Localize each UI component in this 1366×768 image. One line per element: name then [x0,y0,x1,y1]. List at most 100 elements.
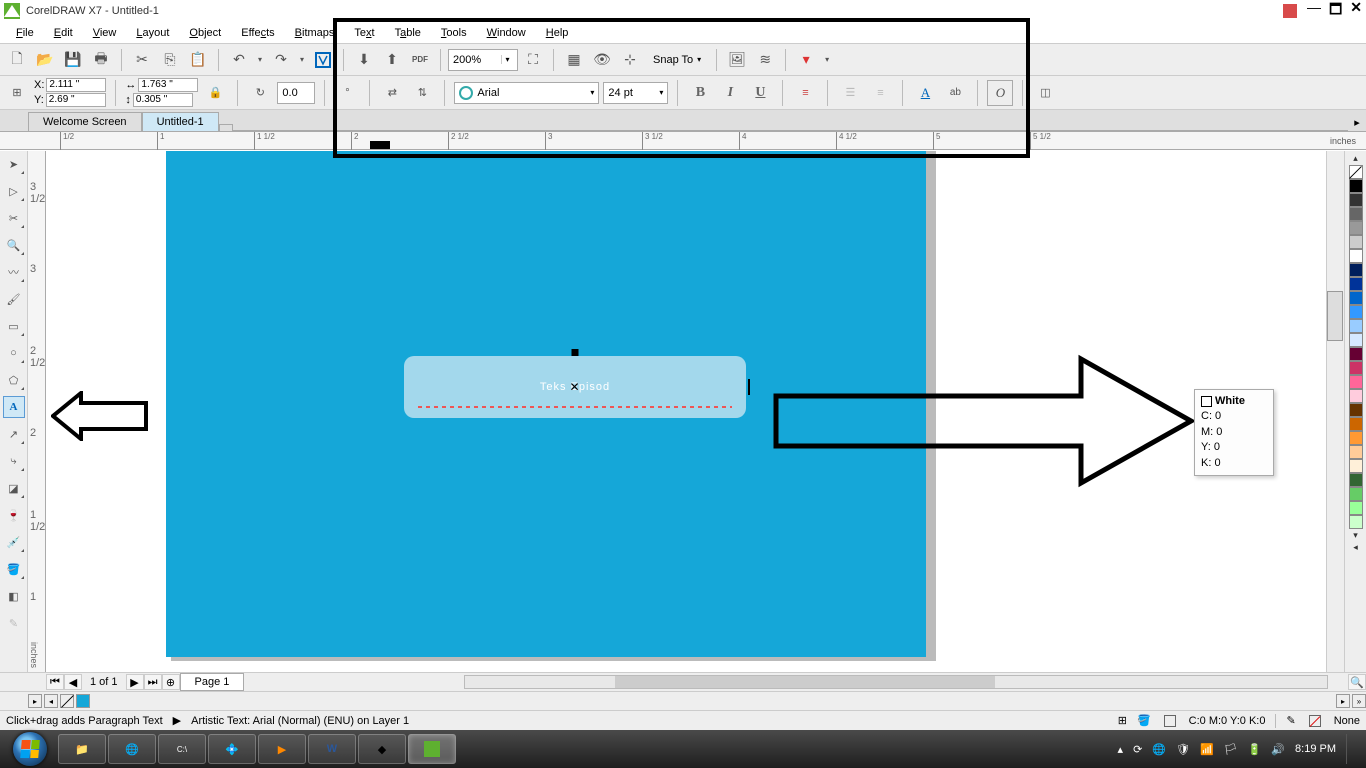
palette-swatch[interactable] [1349,263,1363,277]
canvas[interactable]: Teks Episod ✕ White C: 0 M: 0 Y: 0 K: 0 [46,151,1326,672]
scrollbar-thumb[interactable] [615,676,995,688]
docker-slider[interactable] [1326,151,1344,672]
palette-swatch[interactable] [1349,389,1363,403]
shape-tool[interactable]: ▷ [3,180,25,202]
bold-button[interactable]: B [687,80,713,106]
palette-swatch[interactable] [1349,221,1363,235]
transparency-tool[interactable]: 🍷 [3,504,25,526]
page-first-button[interactable]: ⏮ [46,674,64,690]
minimize-button[interactable]: — [1307,0,1321,23]
drop-cap-button[interactable]: ≡ [867,80,893,106]
copy-button[interactable]: ⎘ [157,47,183,73]
palette-swatch[interactable] [1349,375,1363,389]
menu-bitmaps[interactable]: Bitmaps [285,24,345,42]
mirror-h-button[interactable]: ⇄ [379,80,405,106]
palette-swatch[interactable] [1349,361,1363,375]
menu-effects[interactable]: Effects [231,24,284,42]
taskbar-media[interactable]: ▶ [258,734,306,764]
drop-shadow-tool[interactable]: ◪ [3,477,25,499]
palette-swatch[interactable] [1349,417,1363,431]
artistic-text-object[interactable]: Teks Episod ✕ [404,356,746,418]
tray-show-hidden-button[interactable]: ▴ [1118,743,1124,756]
menu-help[interactable]: Help [536,24,579,42]
palette-swatch[interactable] [1349,277,1363,291]
tray-security-icon[interactable]: 🛡 [1176,743,1190,756]
parallel-dimension-tool[interactable]: ↗ [3,423,25,445]
menu-view[interactable]: View [83,24,127,42]
polygon-tool[interactable]: ⬠ [3,369,25,391]
italic-button[interactable]: I [717,80,743,106]
taskbar-cmd[interactable]: C:\ [158,734,206,764]
tray-network-icon[interactable]: 🌐 [1152,743,1166,756]
palette-swatch[interactable] [1349,431,1363,445]
palette-swatch[interactable] [1349,193,1363,207]
palette-swatch[interactable] [1349,305,1363,319]
text-align-button[interactable]: ≡ [792,80,818,106]
interactive-fill-tool[interactable]: 🪣 [3,558,25,580]
palette-swatch[interactable] [1349,459,1363,473]
doc-palette-flyout-button[interactable]: » [1352,694,1366,708]
redo-button[interactable]: ↷ [268,47,294,73]
menu-layout[interactable]: Layout [126,24,179,42]
maximize-button[interactable]: 🗖 [1329,0,1342,23]
width-input[interactable]: 1.763 " [138,78,198,92]
height-input[interactable]: 0.305 " [133,93,193,107]
doc-palette-menu-button[interactable]: ▸ [28,694,42,708]
taskbar-word[interactable]: W [308,734,356,764]
open-button[interactable]: 📂 [32,47,58,73]
tab-document[interactable]: Untitled-1 [142,112,219,131]
search-content-button[interactable] [310,47,336,73]
selection-handle-icon[interactable] [572,349,579,356]
taskbar-coreldraw[interactable] [408,734,456,764]
close-button[interactable]: ✕ [1350,0,1362,23]
palette-swatch[interactable] [1349,487,1363,501]
font-combo[interactable]: Arial ▾ [454,82,599,104]
menu-tools[interactable]: Tools [431,24,477,42]
crop-tool[interactable]: ✂ [3,207,25,229]
tray-sync-icon[interactable]: ⟳ [1133,743,1142,756]
new-button[interactable]: 🗋 [4,47,30,73]
tray-volume-icon[interactable]: 🔊 [1271,743,1285,756]
app-launcher-button[interactable]: ▾ [793,47,819,73]
navigator-button[interactable]: 🔍 [1348,674,1366,690]
color-eyedropper-tool[interactable]: 💉 [3,531,25,553]
doc-palette-none-swatch[interactable] [60,694,74,708]
smart-fill-tool[interactable]: ◧ [3,585,25,607]
palette-swatch[interactable] [1349,249,1363,263]
artistic-media-tool[interactable]: 🖌 [3,288,25,310]
tray-action-icon[interactable]: 🏳 [1224,743,1238,756]
tray-battery-icon[interactable]: 🔋 [1248,743,1262,756]
options-button[interactable]: 🖼 [724,47,750,73]
palette-flyout-button[interactable]: ◂ [1353,542,1358,553]
tab-welcome[interactable]: Welcome Screen [28,112,142,131]
taskbar-chrome[interactable]: 🌐 [108,734,156,764]
taskbar-explorer[interactable]: 📁 [58,734,106,764]
show-desktop-button[interactable] [1346,734,1354,764]
menu-file[interactable]: File [6,24,44,42]
slider-thumb[interactable] [1327,291,1343,341]
outline-icon[interactable]: ✎ [1286,714,1295,727]
palette-swatch[interactable] [1349,515,1363,529]
tray-wifi-icon[interactable]: 📶 [1200,743,1214,756]
full-screen-button[interactable]: ⛶ [520,47,546,73]
ruler-vertical[interactable]: inches 3 1/232 1/221 1/21 [28,151,46,672]
palette-swatch[interactable] [1349,235,1363,249]
zoom-tool[interactable]: 🔍 [3,234,25,256]
bullet-list-button[interactable]: ☰ [837,80,863,106]
save-button[interactable]: 💾 [60,47,86,73]
palette-swatch[interactable] [1349,179,1363,193]
ruler-horizontal[interactable]: inches 1/211 1/222 1/233 1/244 1/255 1/2 [0,132,1366,150]
palette-up-button[interactable]: ▴ [1353,153,1358,164]
import-button[interactable]: ⬇ [351,47,377,73]
palette-swatch[interactable] [1349,501,1363,515]
start-button[interactable] [4,731,56,767]
zoom-combo[interactable]: 200% ▾ [448,49,518,71]
export-button[interactable]: ⬆ [379,47,405,73]
palette-swatch[interactable] [1349,333,1363,347]
rectangle-tool[interactable]: ▭ [3,315,25,337]
doc-palette-swatch[interactable] [76,694,90,708]
print-button[interactable]: 🖶 [88,47,114,73]
edit-text-button[interactable]: ab [942,80,968,106]
doc-palette-next-button[interactable]: ▸ [1336,694,1350,708]
palette-swatch[interactable] [1349,445,1363,459]
